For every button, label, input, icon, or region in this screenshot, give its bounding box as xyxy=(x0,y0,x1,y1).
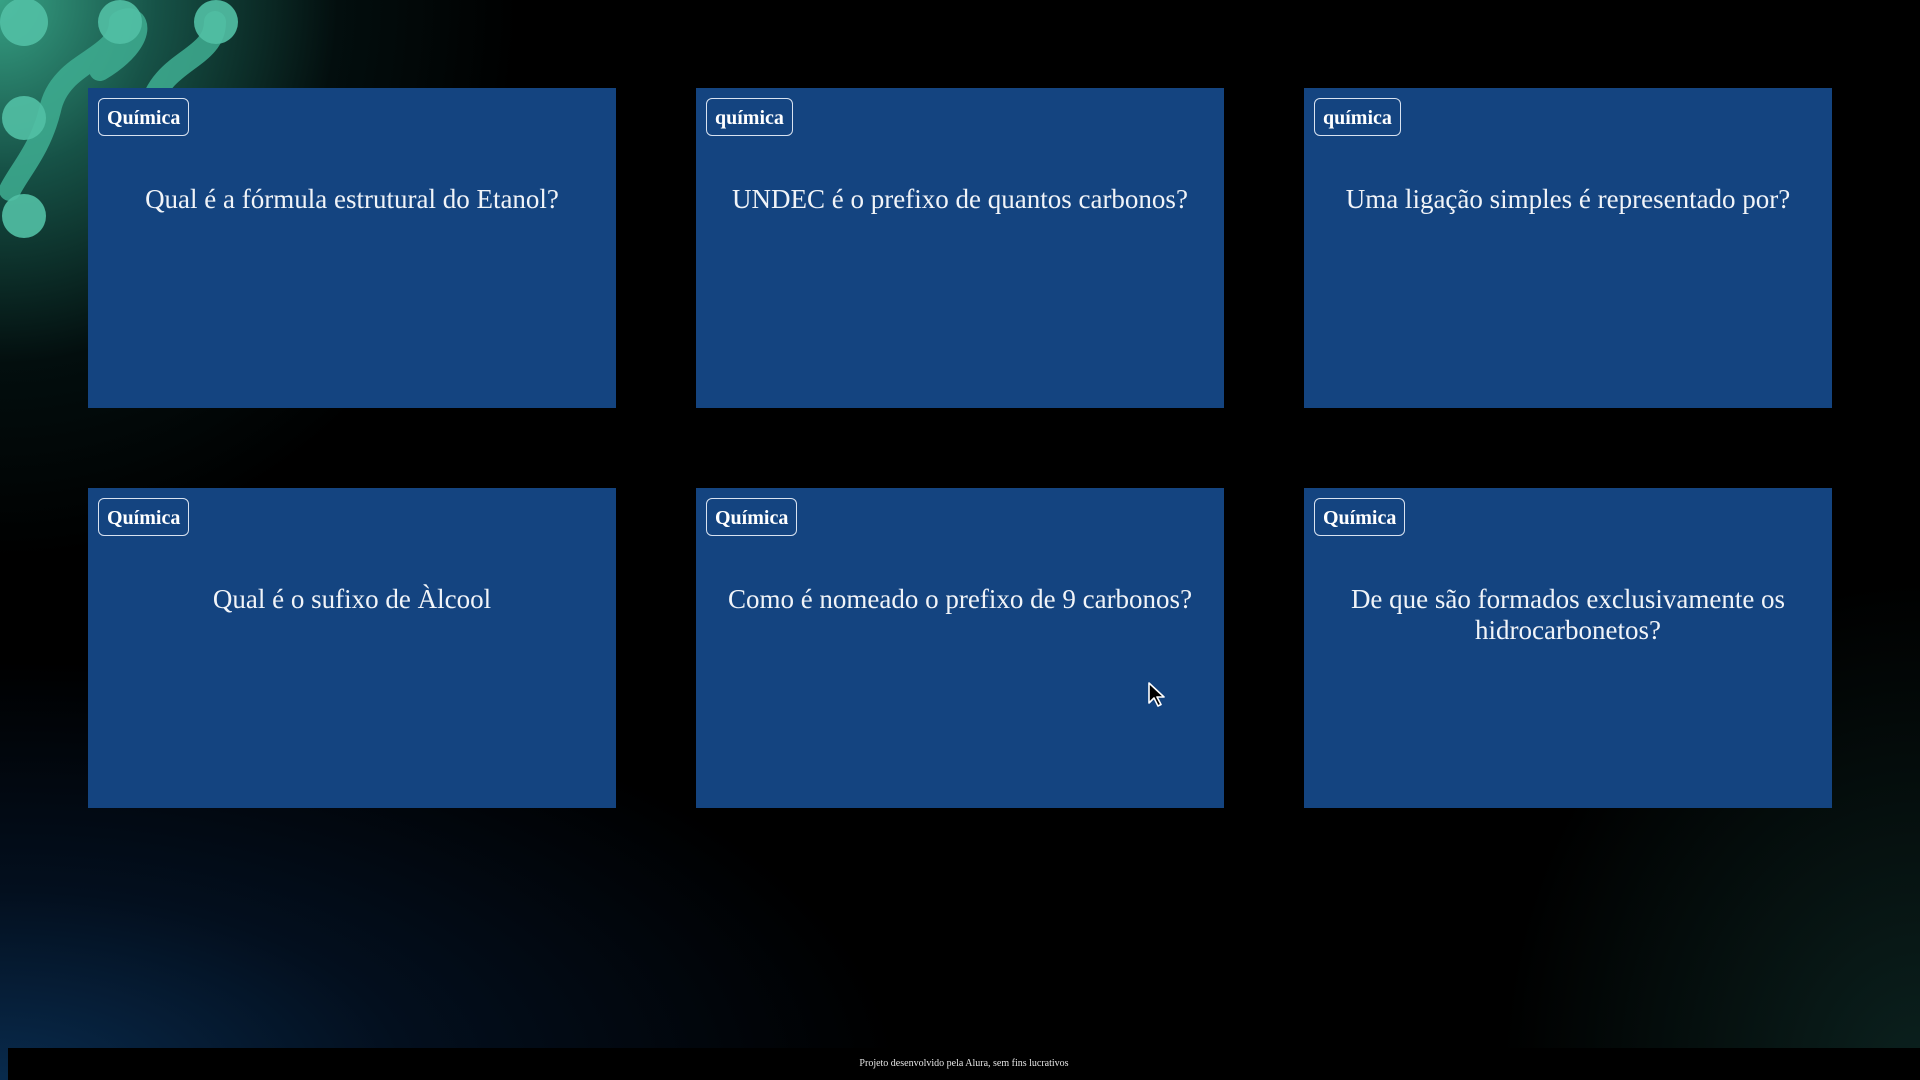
category-tag: Química xyxy=(1314,498,1406,536)
flashcard[interactable]: química UNDEC é o prefixo de quantos car… xyxy=(696,88,1224,408)
category-tag: química xyxy=(1314,98,1401,136)
flashcard[interactable]: Química Como é nomeado o prefixo de 9 ca… xyxy=(696,488,1224,808)
category-tag: Química xyxy=(98,498,190,536)
mouse-pointer-icon xyxy=(1148,682,1165,707)
flashcard[interactable]: Química Qual é a fórmula estrutural do E… xyxy=(88,88,616,408)
card-question: Como é nomeado o prefixo de 9 carbonos? xyxy=(727,584,1193,614)
card-question: UNDEC é o prefixo de quantos carbonos? xyxy=(732,184,1188,214)
footer: Projeto desenvolvido pela Alura, sem fin… xyxy=(8,1048,1920,1080)
flashcard[interactable]: Química Qual é o sufixo de Àlcool xyxy=(88,488,616,808)
card-question: Qual é o sufixo de Àlcool xyxy=(212,584,492,614)
card-question: Uma ligação simples é representado por? xyxy=(1345,184,1791,214)
category-tag: Química xyxy=(706,498,798,536)
category-tag: química xyxy=(706,98,793,136)
category-tag: Química xyxy=(98,98,190,136)
flashcard[interactable]: química Uma ligação simples é representa… xyxy=(1304,88,1832,408)
card-grid: Química Qual é a fórmula estrutural do E… xyxy=(88,88,1832,808)
card-question: Qual é a fórmula estrutural do Etanol? xyxy=(145,184,559,214)
flashcard[interactable]: Química De que são formados exclusivamen… xyxy=(1304,488,1832,808)
footer-text: Projeto desenvolvido pela Alura, sem fin… xyxy=(859,1058,1069,1069)
card-question: De que são formados exclusivamente os hi… xyxy=(1350,584,1786,645)
page: Química Qual é a fórmula estrutural do E… xyxy=(0,0,1920,1080)
